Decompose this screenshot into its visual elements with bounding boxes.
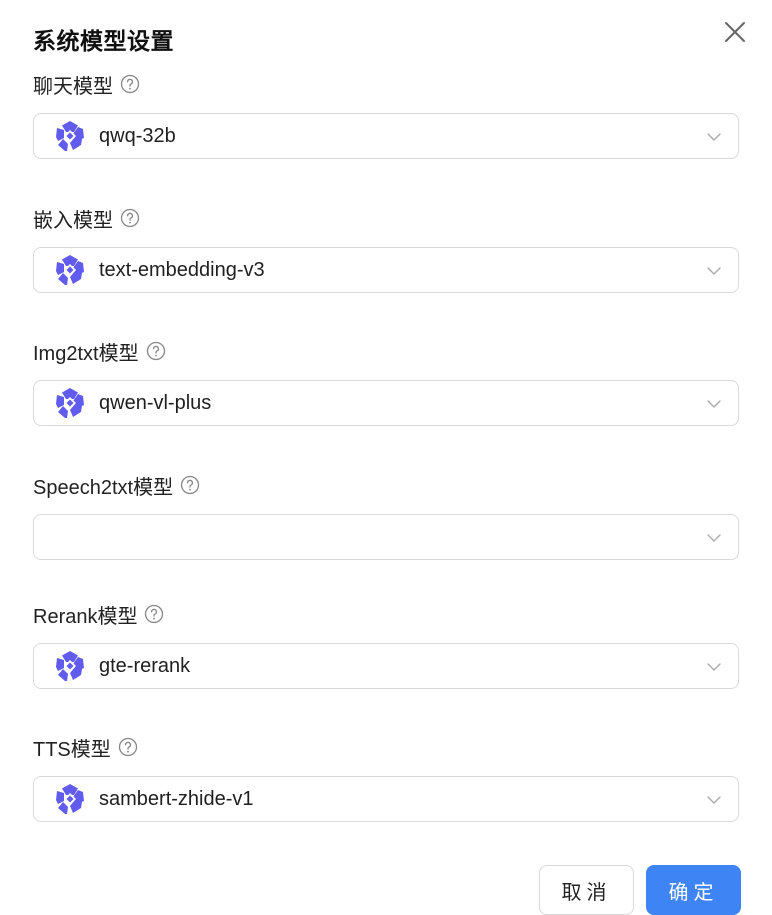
embedding-model-value: text-embedding-v3 (99, 258, 265, 281)
system-model-settings-dialog: 系统模型设置 聊天模型 qwq-32b 嵌入模型 text-embedding-… (0, 0, 772, 915)
rerank-model-label-text: Rerank模型 (33, 605, 138, 628)
chevron-down-icon (707, 796, 721, 804)
embedding-model-label: 嵌入模型 (33, 204, 140, 232)
close-icon[interactable] (722, 19, 748, 45)
chevron-down-icon (707, 267, 721, 275)
help-icon[interactable] (120, 74, 140, 94)
help-icon[interactable] (120, 208, 140, 228)
img2txt-model-label-text: Img2txt模型 (33, 342, 139, 365)
rerank-model-label: Rerank模型 (33, 600, 164, 628)
img2txt-model-value: qwen-vl-plus (99, 391, 212, 414)
tongyi-qwen-logo-icon (56, 784, 84, 814)
img2txt-model-label: Img2txt模型 (33, 337, 166, 365)
confirm-button[interactable]: 确定 (646, 865, 741, 915)
tongyi-qwen-logo-icon (56, 121, 84, 151)
chevron-down-icon (707, 534, 721, 542)
cancel-button[interactable]: 取消 (539, 865, 634, 915)
help-icon[interactable] (144, 604, 164, 624)
rerank-model-value: gte-rerank (99, 654, 191, 677)
chat-model-select[interactable]: qwq-32b (33, 113, 739, 159)
tts-model-label-text: TTS模型 (33, 738, 111, 761)
dialog-title: 系统模型设置 (33, 28, 174, 54)
embedding-model-select[interactable]: text-embedding-v3 (33, 247, 739, 293)
tts-model-select[interactable]: sambert-zhide-v1 (33, 776, 739, 822)
chevron-down-icon (707, 663, 721, 671)
speech2txt-model-label: Speech2txt模型 (33, 471, 200, 499)
tongyi-qwen-logo-icon (56, 651, 84, 681)
chat-model-value: qwq-32b (99, 124, 176, 147)
help-icon[interactable] (180, 475, 200, 495)
chevron-down-icon (707, 400, 721, 408)
chat-model-label-text: 聊天模型 (33, 75, 113, 98)
help-icon[interactable] (146, 341, 166, 361)
embedding-model-label-text: 嵌入模型 (33, 209, 113, 232)
tts-model-label: TTS模型 (33, 733, 138, 761)
img2txt-model-select[interactable]: qwen-vl-plus (33, 380, 739, 426)
speech2txt-model-label-text: Speech2txt模型 (33, 476, 174, 499)
tts-model-value: sambert-zhide-v1 (99, 787, 254, 810)
tongyi-qwen-logo-icon (56, 255, 84, 285)
chevron-down-icon (707, 133, 721, 141)
rerank-model-select[interactable]: gte-rerank (33, 643, 739, 689)
help-icon[interactable] (118, 737, 138, 757)
speech2txt-model-select[interactable] (33, 514, 739, 560)
tongyi-qwen-logo-icon (56, 388, 84, 418)
chat-model-label: 聊天模型 (33, 70, 140, 98)
